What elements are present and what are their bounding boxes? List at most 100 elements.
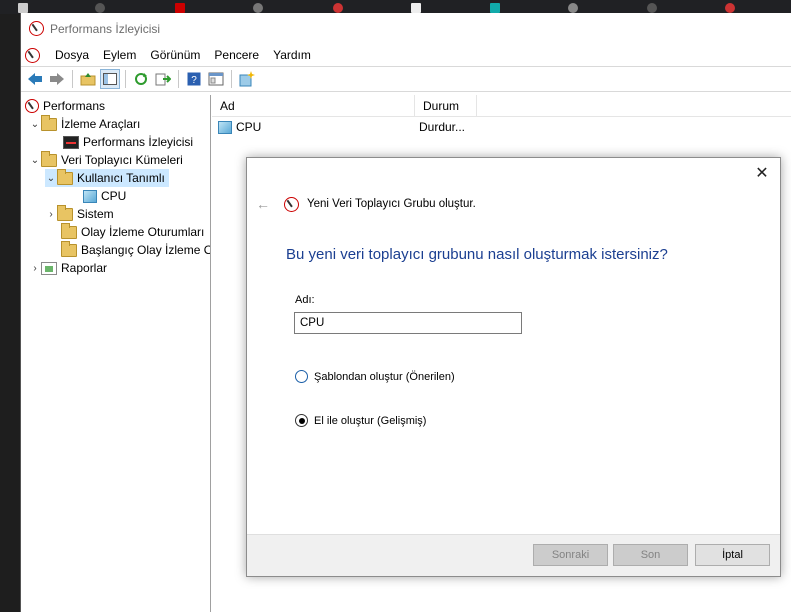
back-arrow-icon[interactable]: ← [256, 196, 270, 212]
wizard-question: Bu yeni veri toplayıcı grubunu nasıl olu… [286, 246, 668, 263]
help-button[interactable]: ? [184, 69, 204, 89]
close-icon: ✕ [755, 165, 769, 182]
new-collector-set-button[interactable] [237, 69, 257, 89]
system-menu-icon[interactable] [25, 47, 40, 63]
name-label: Adı: [295, 294, 315, 306]
tab-icon [411, 3, 421, 13]
tab-icon [568, 3, 578, 13]
event-folder-icon [61, 222, 77, 239]
console-tree: Performans ⌄ İzleme Araçları Performans … [21, 95, 211, 612]
menu-view[interactable]: Görünüm [143, 48, 207, 62]
option-manual-label: El ile oluştur (Gelişmiş) [314, 414, 427, 427]
tree-item-collector-sets[interactable]: ⌄ Veri Toplayıcı Kümeleri [29, 150, 183, 169]
tree-item-label: Raporlar [61, 261, 108, 275]
wizard-footer: Sonraki Son İptal [247, 534, 780, 576]
tree-item-user-defined[interactable]: ⌄ Kullanıcı Tanımlı [45, 168, 169, 187]
wizard-header: ← Yeni Veri Toplayıcı Grubu oluştur. [256, 196, 476, 212]
column-header-name[interactable]: Ad [212, 95, 415, 116]
export-button[interactable] [153, 69, 173, 89]
forward-button[interactable] [47, 69, 67, 89]
toolbar-separator [125, 70, 126, 88]
tree-item-event-trace[interactable]: Olay İzleme Oturumları [61, 222, 205, 241]
new-collector-icon [239, 71, 255, 87]
finish-button[interactable]: Son [613, 544, 688, 566]
list-item[interactable]: CPU Durdur... [212, 117, 791, 137]
chevron-down-icon[interactable]: ⌄ [29, 155, 41, 166]
list-item-name-cell: CPU [212, 120, 415, 134]
chevron-right-icon[interactable]: › [29, 263, 41, 274]
back-button[interactable] [25, 69, 45, 89]
show-hide-tree-button[interactable] [100, 69, 120, 89]
radio-manual[interactable] [295, 414, 308, 427]
data-collector-set-icon [83, 189, 97, 203]
forward-arrow-icon [50, 73, 64, 85]
tab-icon [647, 3, 657, 13]
menu-window[interactable]: Pencere [207, 48, 266, 62]
up-folder-button[interactable] [78, 69, 98, 89]
option-manual[interactable]: El ile oluştur (Gelişmiş) [295, 414, 426, 427]
create-collector-set-wizard: ✕ ← Yeni Veri Toplayıcı Grubu oluştur. B… [246, 157, 781, 577]
properties-icon [208, 72, 224, 86]
radio-template[interactable] [295, 370, 308, 383]
tree-item-label: Performans İzleyicisi [83, 135, 194, 149]
performance-monitor-icon [284, 196, 299, 212]
tree-item-label: Başlangıç Olay İzleme O [81, 243, 211, 257]
tree-item-monitoring-tools[interactable]: ⌄ İzleme Araçları [29, 114, 141, 133]
tree-item-label: Performans [43, 99, 106, 113]
help-icon: ? [187, 72, 201, 86]
svg-text:?: ? [191, 75, 197, 86]
list-item-name: CPU [236, 120, 262, 134]
tree-item-startup-trace[interactable]: Başlangıç Olay İzleme O [61, 240, 211, 259]
back-arrow-icon [28, 73, 42, 85]
data-collector-set-icon [218, 120, 232, 134]
tree-item-label: Kullanıcı Tanımlı [77, 171, 165, 185]
performance-monitor-chart-icon [63, 135, 79, 149]
background-tab-strip [0, 0, 791, 14]
tree-item-performance[interactable]: Performans [25, 97, 105, 115]
tree-item-performance-monitor[interactable]: Performans İzleyicisi [63, 133, 193, 151]
menu-action[interactable]: Eylem [96, 48, 143, 62]
menu-file[interactable]: Dosya [48, 48, 96, 62]
refresh-icon [135, 73, 147, 85]
option-from-template[interactable]: Şablondan oluştur (Önerilen) [295, 370, 455, 383]
tree-item-label: CPU [101, 189, 127, 203]
list-item-status: Durdur... [419, 120, 466, 134]
performance-icon [25, 99, 39, 113]
console-tree-icon [103, 73, 117, 85]
chevron-down-icon[interactable]: ⌄ [45, 173, 57, 184]
refresh-button[interactable] [131, 69, 151, 89]
list-header: Ad Durum [212, 95, 791, 117]
close-button[interactable]: ✕ [752, 164, 772, 184]
tree-item-reports[interactable]: › Raporlar [29, 259, 107, 277]
tab-icon [333, 3, 343, 13]
properties-button[interactable] [206, 69, 226, 89]
column-header-status[interactable]: Durum [415, 95, 477, 116]
tree-item-label: Sistem [77, 207, 114, 221]
performance-monitor-icon [29, 21, 44, 36]
reports-icon [41, 261, 57, 275]
toolbar-separator [178, 70, 179, 88]
toolbar: ? [21, 66, 791, 92]
export-list-icon [155, 73, 171, 86]
menu-bar: Dosya Eylem Görünüm Pencere Yardım [21, 44, 791, 66]
window-title: Performans İzleyicisi [50, 21, 161, 36]
toolbar-separator [231, 70, 232, 88]
cancel-button[interactable]: İptal [695, 544, 770, 566]
tree-item-label: İzleme Araçları [61, 117, 141, 131]
tab-icon [18, 3, 28, 13]
tree-item-system[interactable]: › Sistem [45, 204, 114, 223]
next-button[interactable]: Sonraki [533, 544, 608, 566]
user-folder-icon [57, 168, 73, 185]
startup-folder-icon [61, 240, 77, 257]
chevron-right-icon[interactable]: › [45, 209, 57, 220]
toolbar-separator [72, 70, 73, 88]
tab-icon [253, 3, 263, 13]
wizard-title: Yeni Veri Toplayıcı Grubu oluştur. [307, 198, 476, 210]
tree-item-label: Veri Toplayıcı Kümeleri [61, 153, 183, 167]
tree-item-cpu[interactable]: CPU [83, 187, 126, 205]
chevron-down-icon[interactable]: ⌄ [29, 119, 41, 130]
name-input[interactable] [294, 312, 522, 334]
tree-item-label: Olay İzleme Oturumları [81, 225, 205, 239]
tab-icon [175, 3, 185, 13]
menu-help[interactable]: Yardım [266, 48, 318, 62]
